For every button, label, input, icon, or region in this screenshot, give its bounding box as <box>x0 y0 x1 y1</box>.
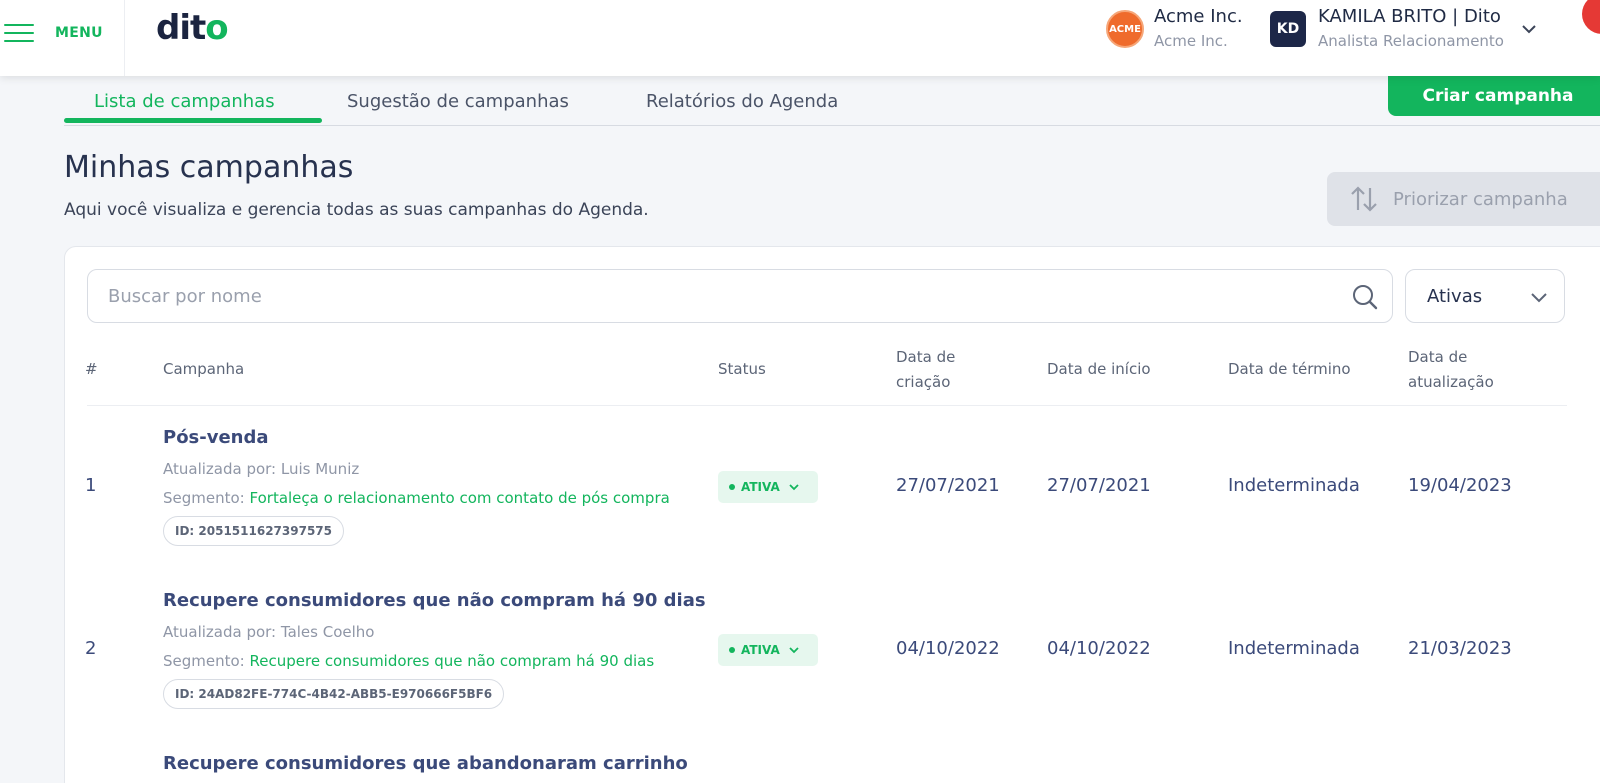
col-header-status[interactable]: Status <box>718 357 766 382</box>
chevron-down-icon <box>1531 293 1547 303</box>
created-date: 27/07/2021 <box>896 475 1000 496</box>
status-dot-icon <box>729 647 735 653</box>
campaign-segment: Segmento: Fortaleça o relacionamento com… <box>163 489 670 507</box>
col-header-num: # <box>85 360 98 378</box>
menu-button[interactable]: MENU <box>4 16 112 50</box>
campaign-segment: Segmento: Recupere consumidores que não … <box>163 652 655 670</box>
status-label: ATIVA <box>741 480 780 494</box>
campaign-updated-by: Atualizada por: Luis Muniz <box>163 460 360 478</box>
col-header-created[interactable]: Data de criação <box>896 345 955 395</box>
create-campaign-button[interactable]: Criar campanha <box>1388 76 1600 116</box>
status-dot-icon <box>729 484 735 490</box>
prioritize-campaign-button[interactable]: Priorizar campanha <box>1327 172 1600 226</box>
segment-link[interactable]: Recupere consumidores que não compram há… <box>250 652 655 670</box>
account-name: Acme Inc. <box>1154 6 1243 27</box>
user-role: Analista Relacionamento <box>1318 32 1504 50</box>
row-number: 1 <box>85 475 97 496</box>
sort-arrows-icon <box>1351 186 1377 212</box>
end-date: Indeterminada <box>1228 638 1360 659</box>
header-divider-line <box>87 405 1567 406</box>
status-filter-select[interactable]: Ativas <box>1405 269 1565 323</box>
campaign-list-card: Ativas # Campanha Status Data decriação … <box>64 246 1600 783</box>
campaign-title-link[interactable]: Recupere consumidores que abandonaram ca… <box>163 753 688 774</box>
campaign-updated-by: Atualizada por: Tales Coelho <box>163 623 375 641</box>
col-header-campaign[interactable]: Campanha <box>163 357 244 382</box>
col-header-end[interactable]: Data de término <box>1228 357 1351 382</box>
search-box <box>87 269 1393 323</box>
header-divider <box>124 0 125 76</box>
prioritize-label: Priorizar campanha <box>1393 188 1568 210</box>
status-dropdown[interactable]: ATIVA <box>718 634 818 666</box>
tab-bar: Lista de campanhas Sugestão de campanhas… <box>64 76 1600 126</box>
status-label: ATIVA <box>741 643 780 657</box>
account-switcher[interactable]: ACME Acme Inc. Acme Inc. <box>1106 5 1243 53</box>
active-tab-indicator <box>64 118 322 123</box>
segment-link[interactable]: Fortaleça o relacionamento com contato d… <box>250 489 670 507</box>
created-date: 04/10/2022 <box>896 638 1000 659</box>
campaign-title-link[interactable]: Recupere consumidores que não compram há… <box>163 590 706 611</box>
start-date: 27/07/2021 <box>1047 475 1151 496</box>
chevron-down-icon <box>789 484 799 491</box>
campaign-id-badge: ID: 24AD82FE-774C-4B42-ABB5-E970666F5BF6 <box>163 679 505 709</box>
search-icon[interactable] <box>1352 284 1378 310</box>
tab-agenda-reports[interactable]: Relatórios do Agenda <box>646 76 838 126</box>
hamburger-icon <box>4 24 34 42</box>
updated-date: 19/04/2023 <box>1408 475 1512 496</box>
updated-date: 21/03/2023 <box>1408 638 1512 659</box>
notification-dot[interactable] <box>1582 0 1600 34</box>
campaign-title-link[interactable]: Pós-venda <box>163 427 269 448</box>
col-header-updated[interactable]: Data de atualização <box>1408 345 1494 395</box>
page-subtitle: Aqui você visualiza e gerencia todas as … <box>64 200 649 220</box>
start-date: 04/10/2022 <box>1047 638 1151 659</box>
user-menu[interactable]: KD KAMILA BRITO | Dito Analista Relacion… <box>1270 5 1538 53</box>
status-dropdown[interactable]: ATIVA <box>718 471 818 503</box>
top-header: MENU dito ACME Acme Inc. Acme Inc. KD KA… <box>0 0 1600 76</box>
page-title: Minhas campanhas <box>64 150 354 185</box>
menu-label: MENU <box>55 25 103 41</box>
user-avatar: KD <box>1270 11 1306 47</box>
user-name: KAMILA BRITO | Dito <box>1318 6 1501 27</box>
search-input[interactable] <box>108 285 1308 307</box>
campaign-id-badge: ID: 2051511627397575 <box>163 516 344 546</box>
chevron-down-icon[interactable] <box>1520 20 1538 38</box>
acme-logo: ACME <box>1106 10 1144 48</box>
dito-logo[interactable]: dito <box>156 8 229 48</box>
end-date: Indeterminada <box>1228 475 1360 496</box>
status-filter-value: Ativas <box>1427 285 1483 307</box>
account-sub: Acme Inc. <box>1154 32 1228 50</box>
row-number: 2 <box>85 638 97 659</box>
chevron-down-icon <box>789 647 799 654</box>
col-header-start[interactable]: Data de início <box>1047 357 1151 382</box>
tab-campaign-suggestions[interactable]: Sugestão de campanhas <box>347 76 569 126</box>
